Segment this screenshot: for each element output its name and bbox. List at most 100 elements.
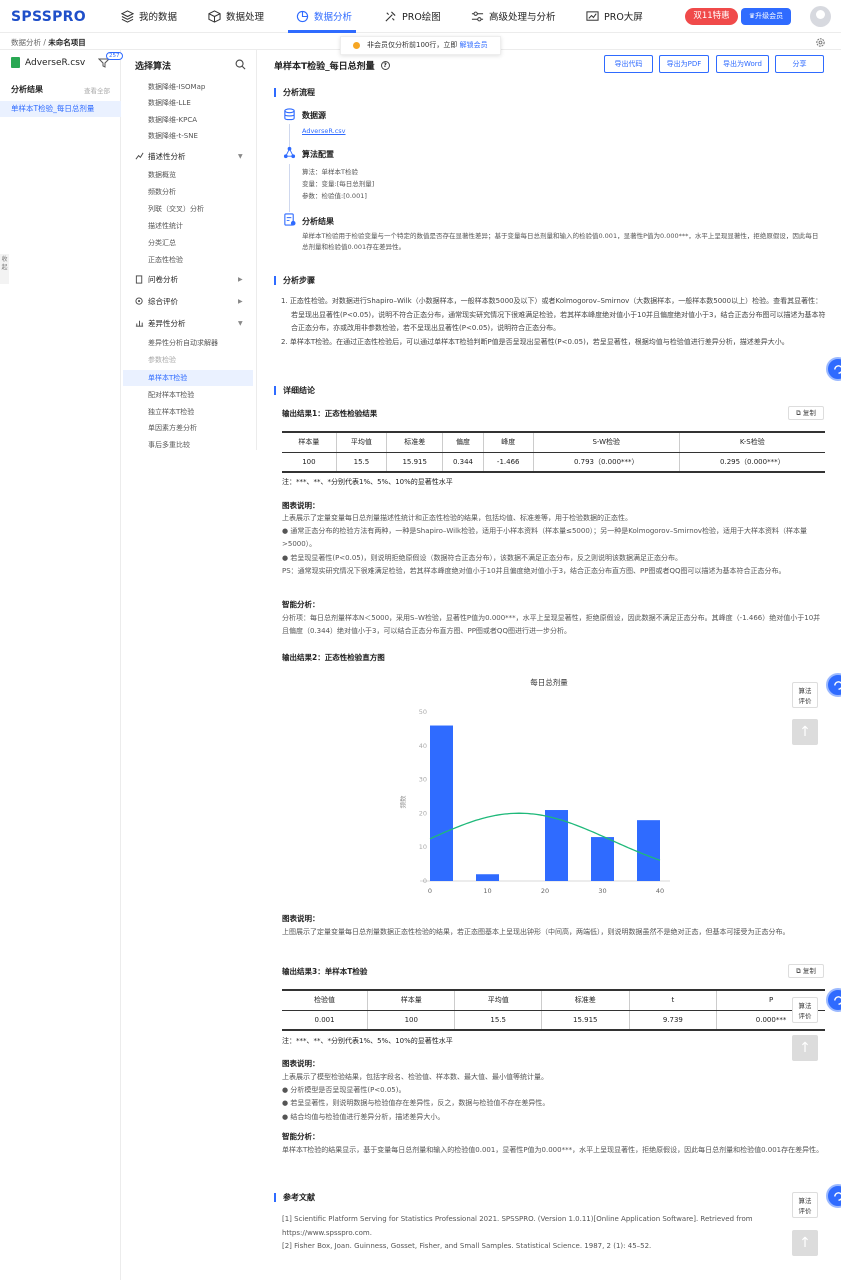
search-icon[interactable] xyxy=(235,59,246,70)
desc-line: PS：通常现实研究情况下很难满足检验，若其样本峰度绝对值小于10并且偏度绝对值小… xyxy=(282,566,786,575)
chevron-down-icon[interactable]: ▼ xyxy=(238,153,243,160)
result-item[interactable]: 单样本T检验_每日总剂量 xyxy=(0,101,121,117)
table-cell: 100 xyxy=(282,452,337,473)
collapse-handle[interactable]: 收起 xyxy=(0,254,9,284)
rating-label: 算法 评价 xyxy=(798,1002,812,1020)
spreadsheet-icon xyxy=(11,57,20,68)
menu-group[interactable]: 问卷分析 xyxy=(135,274,178,285)
menu-item[interactable]: 列联（交叉）分析 xyxy=(148,204,204,214)
menu-item[interactable]: 独立样本T检验 xyxy=(148,407,194,417)
menu-item[interactable]: 数据概览 xyxy=(148,170,176,180)
menu-item[interactable]: 数据降维-LLE xyxy=(148,98,191,108)
flow-result-text: 单样本T检验用于检验变量与一个特定的数值是否存在显著性差异；基于变量每日总剂量和… xyxy=(302,232,819,251)
nav-my-data[interactable]: 我的数据 xyxy=(121,9,177,23)
algorithm-rating-button[interactable]: 算法 评价 xyxy=(792,997,818,1023)
back-to-top-button[interactable]: ↑ xyxy=(792,1230,818,1256)
copy-button[interactable]: ⧉ 复制 xyxy=(788,964,824,978)
nav-data-analysis[interactable]: 数据分析 xyxy=(296,9,352,23)
assistant-float-button[interactable] xyxy=(826,988,841,1012)
member-notice: 非会员仅分析前100行，立即 解锁会员 xyxy=(340,36,501,55)
source-file-link[interactable]: AdverseR.csv xyxy=(302,127,346,135)
smart-analysis-1: 分析项：每日总剂量样本N＜5000，采用S–W检验，显著性P值为0.000***… xyxy=(282,614,821,636)
menu-item[interactable]: 单因素方差分析 xyxy=(148,423,197,433)
nav-pro-plot[interactable]: PRO绘图 xyxy=(384,9,441,23)
menu-item[interactable]: 分类汇总 xyxy=(148,238,176,248)
desc-line: ● 若呈显著性，则说明数据与检验值存在差异性，反之，数据与检验值不存在差异性。 xyxy=(282,1099,550,1108)
menu-item[interactable]: 事后多重比较 xyxy=(148,440,190,450)
promo-badge[interactable]: 双11特惠 xyxy=(685,8,738,25)
back-to-top-button[interactable]: ↑ xyxy=(792,1035,818,1061)
file-selector[interactable]: AdverseR.csv xyxy=(11,57,85,68)
export-pdf-button[interactable]: 导出为PDF xyxy=(659,55,709,73)
breadcrumb-current: 未命名项目 xyxy=(48,38,86,47)
chart-description: 上图展示了定量变量每日总剂量数据正态性检验的结果，若正态图基本上呈现出钟形（中间… xyxy=(282,928,790,936)
upgrade-button[interactable]: ♛升级会员 xyxy=(741,8,791,25)
histogram-bar[interactable] xyxy=(591,837,614,881)
view-all-link[interactable]: 查看全部 xyxy=(84,85,110,95)
menu-group[interactable]: 综合评价 xyxy=(135,296,178,307)
help-icon[interactable]: ? xyxy=(380,61,390,70)
table-cell: 0.001 xyxy=(282,1010,368,1031)
menu-item[interactable]: 正态性检验 xyxy=(148,255,183,265)
menu-item[interactable]: 单样本T检验 xyxy=(148,373,187,383)
export-code-button[interactable]: 导出代码 xyxy=(604,55,653,73)
menu-item[interactable]: 数据降维-t-SNE xyxy=(148,131,198,141)
menu-item[interactable]: 频数分析 xyxy=(148,187,176,197)
nav-label: PRO大屏 xyxy=(604,12,643,23)
x-tick-label: 40 xyxy=(656,887,664,895)
table-header-cell: 峰度 xyxy=(482,431,534,453)
table-header-cell: 标准差 xyxy=(540,989,630,1011)
breadcrumb-root[interactable]: 数据分析 / xyxy=(11,38,48,47)
nav-pro-screen[interactable]: PRO大屏 xyxy=(586,9,643,23)
target-icon xyxy=(135,297,143,305)
y-tick-label: 0 xyxy=(423,877,427,885)
share-button[interactable]: 分享 xyxy=(775,55,824,73)
app-logo[interactable]: SPSSPRO xyxy=(11,9,86,25)
menu-group[interactable]: 描述性分析 xyxy=(135,151,186,162)
histogram-bar[interactable] xyxy=(637,820,660,881)
copy-label: 复制 xyxy=(802,967,816,975)
algorithm-panel-title: 选择算法 xyxy=(135,62,172,72)
gear-icon[interactable] xyxy=(815,37,826,48)
assistant-float-button[interactable] xyxy=(826,357,841,381)
menu-item[interactable]: 描述性统计 xyxy=(148,221,183,231)
chevron-down-icon[interactable]: ▼ xyxy=(238,320,243,327)
nav-label: 数据处理 xyxy=(226,12,265,23)
section-refs-title: 参考文献 xyxy=(274,1193,315,1202)
back-to-top-button[interactable]: ↑ xyxy=(792,719,818,745)
menu-item[interactable]: 数据降维-KPCA xyxy=(148,115,197,125)
histogram-bar[interactable] xyxy=(476,874,499,881)
algorithm-rating-button[interactable]: 算法 评价 xyxy=(792,682,818,708)
report-icon xyxy=(284,213,296,226)
flow-source-heading: 数据源 xyxy=(302,111,326,120)
table-header-cell: 标准差 xyxy=(386,431,443,453)
algo-line: 变量：变量:[每日总剂量] xyxy=(302,180,375,188)
copy-button[interactable]: ⧉ 复制 xyxy=(788,406,824,420)
export-word-button[interactable]: 导出为Word xyxy=(716,55,769,73)
table-header-cell: K-S检验 xyxy=(678,431,825,453)
significance-note: 注：***、**、*分别代表1%、5%、10%的显著性水平 xyxy=(282,478,453,486)
histogram-bar[interactable] xyxy=(430,725,453,881)
assistant-float-button[interactable] xyxy=(826,1184,841,1208)
reference-item: [2] Fisher Box, Joan. Guinness, Gosset, … xyxy=(282,1242,652,1250)
unlock-member-link[interactable]: 解锁会员 xyxy=(460,41,488,49)
table-header-cell: 偏度 xyxy=(442,431,484,453)
menu-item[interactable]: 差异性分析自动求解器 xyxy=(148,338,218,348)
menu-group-label: 问卷分析 xyxy=(148,275,178,284)
table3-description: 上表展示了模型检验结果，包括字段名、检验值、样本数、最大值、最小值等统计量。 ●… xyxy=(282,1071,824,1124)
user-avatar[interactable] xyxy=(810,6,831,27)
chevron-right-icon[interactable]: ▶ xyxy=(238,276,243,283)
result3-title: 输出结果3：单样本T检验 xyxy=(282,967,368,976)
menu-item[interactable]: 配对样本T检验 xyxy=(148,390,194,400)
flow-result-heading: 分析结果 xyxy=(302,217,334,226)
chevron-right-icon[interactable]: ▶ xyxy=(238,298,243,305)
nav-data-processing[interactable]: 数据处理 xyxy=(208,9,264,23)
top-navbar: SPSSPRO 我的数据 数据处理 数据分析 PRO绘图 高级处理与分析 PRO… xyxy=(0,0,841,33)
menu-group[interactable]: 差异性分析 xyxy=(135,318,186,329)
menu-item[interactable]: 数据降维-ISOMap xyxy=(148,82,205,92)
nav-advanced[interactable]: 高级处理与分析 xyxy=(471,9,556,23)
table-cell: 9.739 xyxy=(628,1010,717,1031)
assistant-float-button[interactable] xyxy=(826,673,841,697)
bar-chart-icon xyxy=(135,320,144,327)
algorithm-rating-button[interactable]: 算法 评价 xyxy=(792,1192,818,1218)
